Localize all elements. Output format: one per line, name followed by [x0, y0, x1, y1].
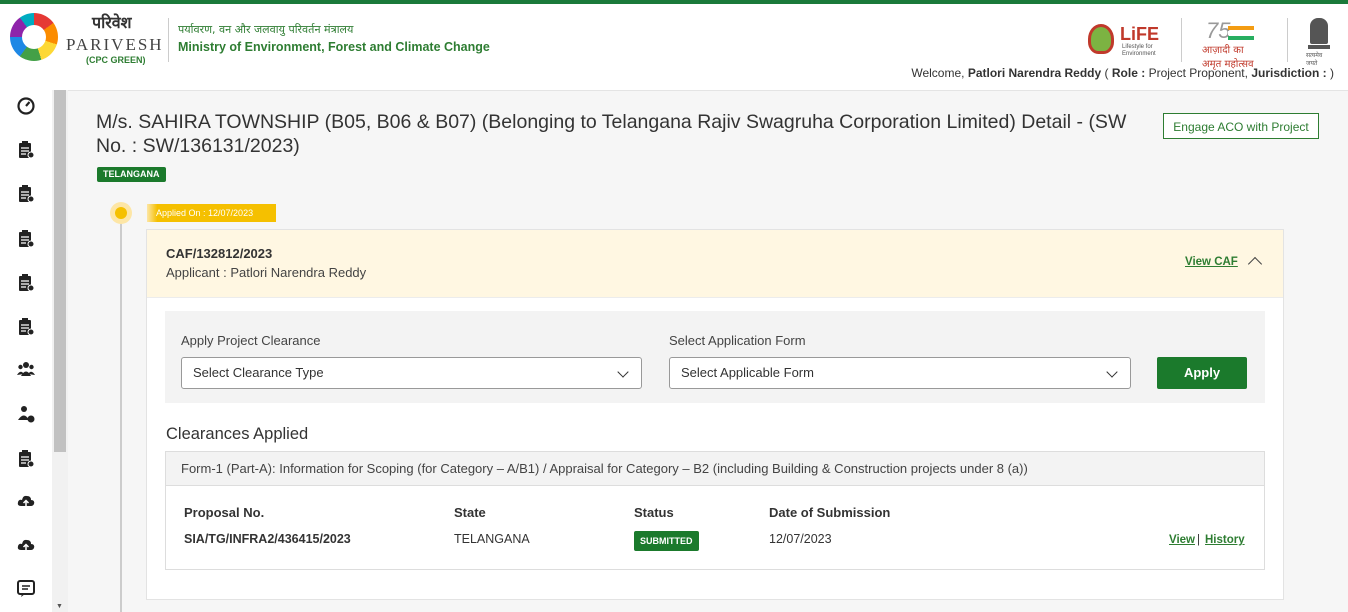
column-header-date: Date of Submission	[769, 505, 891, 520]
apply-button[interactable]: Apply	[1157, 357, 1247, 389]
application-form-select[interactable]: Select Applicable Form	[669, 357, 1131, 389]
clearance-type-select[interactable]: Select Clearance Type	[181, 357, 642, 389]
proposal-state: TELANGANA	[454, 532, 530, 546]
flag-icon	[1228, 26, 1254, 30]
logo-english-text: PARIVESH	[66, 35, 164, 54]
clipboard-icon[interactable]	[17, 230, 35, 248]
status-badge: SUBMITTED	[634, 531, 699, 551]
applicant-name: Applicant : Patlori Narendra Reddy	[166, 265, 367, 280]
application-form-label: Select Application Form	[669, 333, 806, 348]
clipboard-icon[interactable]	[17, 318, 35, 336]
caf-card: CAF/132812/2023 Applicant : Patlori Nare…	[146, 229, 1284, 600]
life-logo-subtitle: Lifestyle for Environment	[1122, 44, 1156, 57]
role-label: Role :	[1111, 66, 1146, 80]
view-link[interactable]: View	[1169, 534, 1195, 546]
clipboard-icon[interactable]	[17, 141, 35, 159]
clipboard-icon[interactable]	[17, 450, 35, 468]
header-divider	[168, 18, 169, 62]
history-link[interactable]: History	[1205, 534, 1245, 546]
ministry-name-hindi: पर्यावरण, वन और जलवायु परिवर्तन मंत्रालय	[178, 23, 354, 36]
users-icon[interactable]	[17, 361, 35, 379]
parivesh-logo-icon[interactable]	[10, 13, 58, 61]
chevron-down-icon	[617, 366, 629, 378]
logo-subtitle: (CPC GREEN)	[86, 55, 146, 65]
emblem-text: सत्यमेव जयते	[1306, 52, 1323, 67]
welcome-prefix: Welcome,	[911, 66, 965, 80]
page-title: M/s. SAHIRA TOWNSHIP (B05, B06 & B07) (B…	[96, 111, 1127, 157]
national-emblem-icon: सत्यमेव जयते	[1306, 18, 1332, 67]
sidebar-scrollbar[interactable]: ▼	[52, 90, 68, 612]
clipboard-icon[interactable]	[17, 274, 35, 292]
logo-hindi-text: परिवेश	[92, 13, 132, 32]
proposal-number: SIA/TG/INFRA2/436415/2023	[184, 532, 351, 546]
azadi-logo: 75 आज़ादी का अमृत महोत्सव	[1202, 18, 1266, 70]
column-header-proposal: Proposal No.	[184, 505, 265, 520]
scrollbar-thumb[interactable]	[54, 90, 66, 452]
chevron-down-icon	[1106, 366, 1118, 378]
apply-clearance-panel: Apply Project Clearance Select Clearance…	[165, 311, 1265, 403]
caf-card-header[interactable]: CAF/132812/2023 Applicant : Patlori Nare…	[147, 230, 1283, 298]
dashboard-icon[interactable]	[17, 97, 35, 115]
role-prefix: (	[1104, 66, 1112, 80]
applied-on-label: Applied On : 12/07/2023	[147, 204, 276, 222]
scroll-down-arrow-icon[interactable]: ▼	[56, 603, 63, 610]
clearance-type-value: Select Clearance Type	[193, 365, 324, 380]
chevron-up-icon[interactable]	[1247, 256, 1263, 272]
application-form-value: Select Applicable Form	[681, 365, 814, 380]
header-divider	[1287, 18, 1288, 62]
engage-aco-button[interactable]: Engage ACO with Project	[1163, 113, 1319, 139]
life-leaf-icon	[1088, 24, 1114, 54]
role-value: Project Proponent,	[1148, 66, 1248, 80]
form-title: Form-1 (Part-A): Information for Scoping…	[166, 452, 1264, 486]
cloud-upload-icon[interactable]	[17, 537, 35, 555]
state-badge: TELANGANA	[97, 167, 166, 182]
column-header-status: Status	[634, 505, 674, 520]
cloud-upload-icon[interactable]	[17, 493, 35, 511]
column-header-state: State	[454, 505, 486, 520]
caf-number: CAF/132812/2023	[166, 246, 273, 261]
life-logo: LiFE Lifestyle for Environment	[1088, 22, 1168, 58]
clearance-form-box: Form-1 (Part-A): Information for Scoping…	[165, 451, 1265, 570]
clearance-type-label: Apply Project Clearance	[181, 333, 321, 348]
user-name: Patlori Narendra Reddy	[967, 66, 1102, 80]
clipboard-icon[interactable]	[17, 185, 35, 203]
jurisdiction-suffix: )	[1330, 66, 1334, 80]
view-caf-link[interactable]: View CAF	[1185, 256, 1238, 268]
ministry-name-english: Ministry of Environment, Forest and Clim…	[178, 40, 490, 54]
user-check-icon[interactable]	[17, 405, 35, 423]
site-header: परिवेश PARIVESH (CPC GREEN) पर्यावरण, वन…	[0, 4, 1348, 91]
life-logo-text: LiFE	[1120, 24, 1159, 44]
welcome-text: Welcome, Patlori Narendra Reddy ( Role :…	[911, 66, 1334, 80]
message-icon[interactable]	[17, 580, 35, 598]
timeline-line	[120, 214, 122, 612]
timeline-dot-icon	[110, 202, 132, 224]
clearances-applied-title: Clearances Applied	[166, 425, 309, 443]
header-divider	[1181, 18, 1182, 62]
submission-date: 12/07/2023	[769, 532, 832, 546]
sidebar	[0, 90, 52, 612]
jurisdiction-label: Jurisdiction :	[1251, 66, 1327, 80]
azadi-number: 75	[1206, 18, 1231, 43]
link-separator: |	[1197, 534, 1200, 546]
